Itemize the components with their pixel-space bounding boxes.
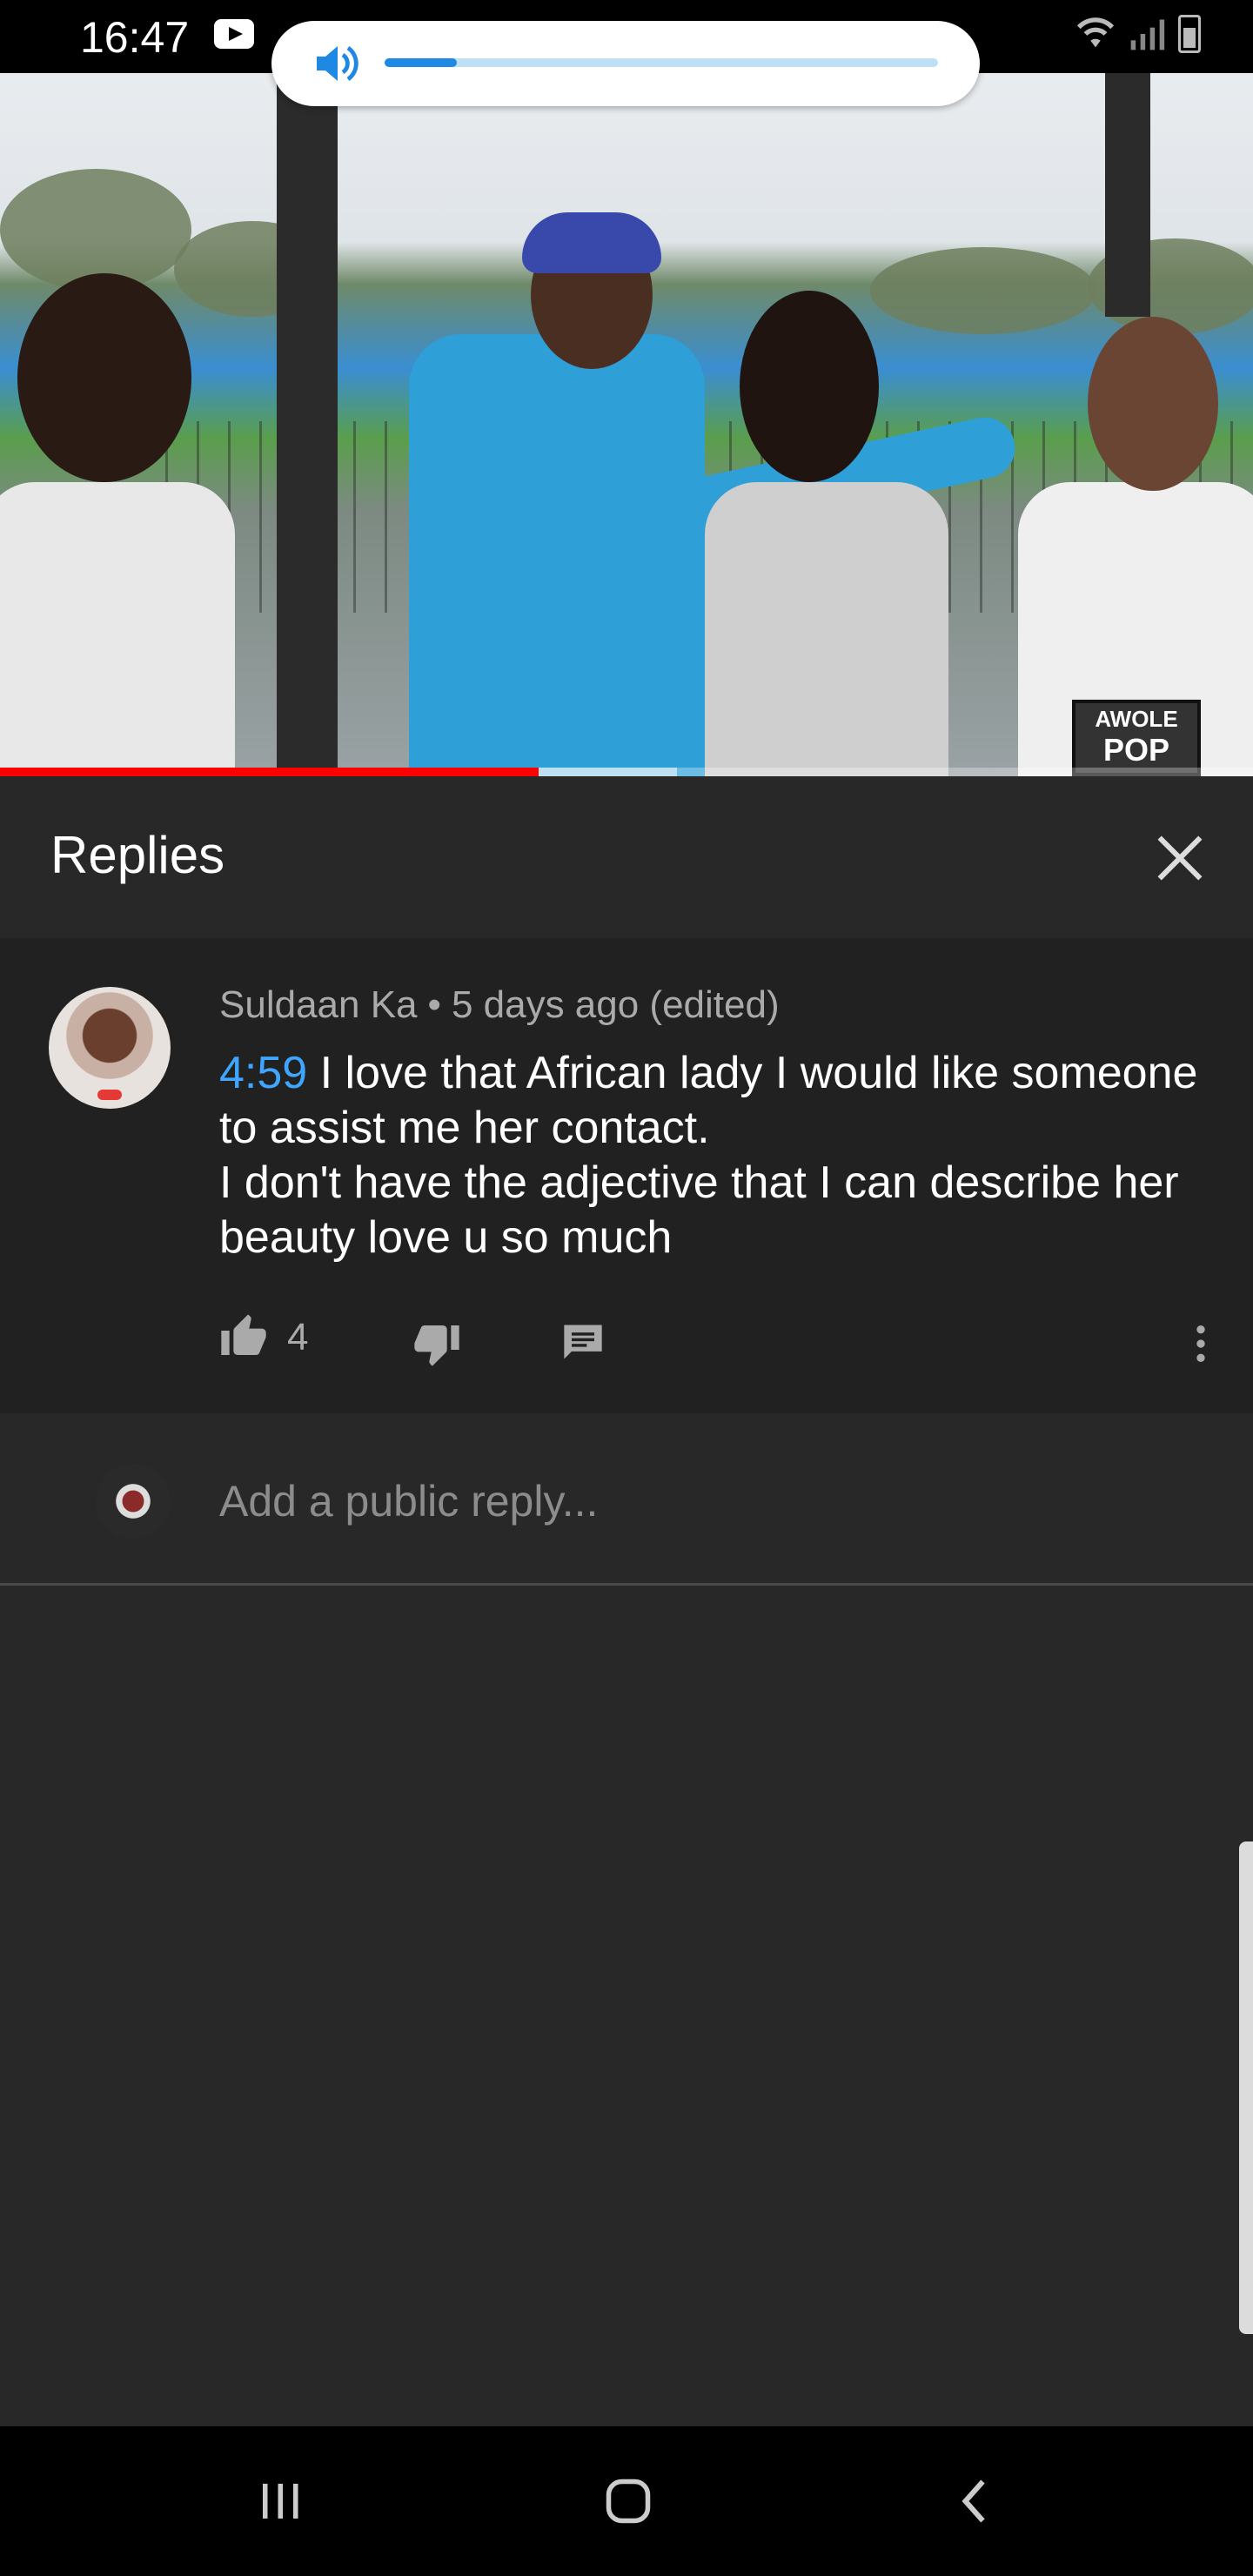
status-icons bbox=[1075, 14, 1201, 54]
divider bbox=[0, 1583, 1253, 1586]
watermark-bottom: POP bbox=[1102, 732, 1170, 768]
status-time: 16:47 bbox=[80, 13, 190, 62]
video-player[interactable]: AWOLE POP bbox=[0, 73, 1253, 776]
wifi-icon bbox=[1076, 17, 1115, 48]
video-progress-bar[interactable] bbox=[0, 768, 1253, 776]
volume-slider-fill bbox=[385, 58, 457, 67]
timestamp-link[interactable]: 4:59 bbox=[219, 1048, 307, 1098]
comment-text: 4:59 I love that African lady I would li… bbox=[219, 1046, 1220, 1265]
avatar bbox=[96, 1464, 171, 1539]
home-icon[interactable] bbox=[602, 2475, 654, 2527]
replies-title: Replies bbox=[50, 826, 225, 884]
comment-age: 5 days ago (edited) bbox=[451, 983, 780, 1026]
youtube-icon bbox=[214, 19, 254, 49]
close-icon[interactable] bbox=[1145, 823, 1215, 893]
back-icon[interactable] bbox=[950, 2475, 1002, 2527]
add-reply-row[interactable]: Add a public reply... bbox=[0, 1415, 1253, 1586]
channel-watermark: AWOLE POP bbox=[1072, 700, 1201, 776]
thumbs-up-icon[interactable] bbox=[219, 1312, 268, 1361]
video-progress-fill bbox=[0, 768, 539, 776]
more-vert-icon[interactable] bbox=[1176, 1318, 1225, 1370]
watermark-top: AWOLE bbox=[1095, 706, 1178, 732]
speaker-icon[interactable] bbox=[313, 42, 362, 85]
comment-author[interactable]: Suldaan Ka bbox=[219, 983, 418, 1026]
reply-input[interactable]: Add a public reply... bbox=[219, 1476, 598, 1526]
like-count: 4 bbox=[287, 1316, 309, 1358]
recents-icon[interactable] bbox=[254, 2475, 306, 2527]
comment-meta: Suldaan Ka • 5 days ago (edited) bbox=[219, 983, 780, 1027]
replies-header: Replies bbox=[0, 776, 1253, 936]
meta-separator: • bbox=[427, 983, 441, 1026]
comment-body: I love that African lady I would like so… bbox=[219, 1048, 1198, 1263]
comment-item: Suldaan Ka • 5 days ago (edited) 4:59 I lo… bbox=[0, 938, 1253, 1413]
signal-icon bbox=[1130, 19, 1165, 50]
comment-actions: 4 bbox=[219, 1312, 1220, 1382]
battery-icon bbox=[1178, 15, 1201, 53]
pole bbox=[1105, 73, 1150, 317]
scrollbar[interactable] bbox=[1239, 1841, 1253, 2334]
pole bbox=[277, 73, 338, 769]
reply-icon[interactable] bbox=[560, 1319, 606, 1365]
volume-slider[interactable] bbox=[385, 58, 938, 67]
volume-popup bbox=[271, 21, 980, 106]
thumbs-down-icon[interactable] bbox=[412, 1319, 461, 1368]
nav-bar bbox=[0, 2426, 1253, 2576]
avatar[interactable] bbox=[49, 987, 171, 1109]
